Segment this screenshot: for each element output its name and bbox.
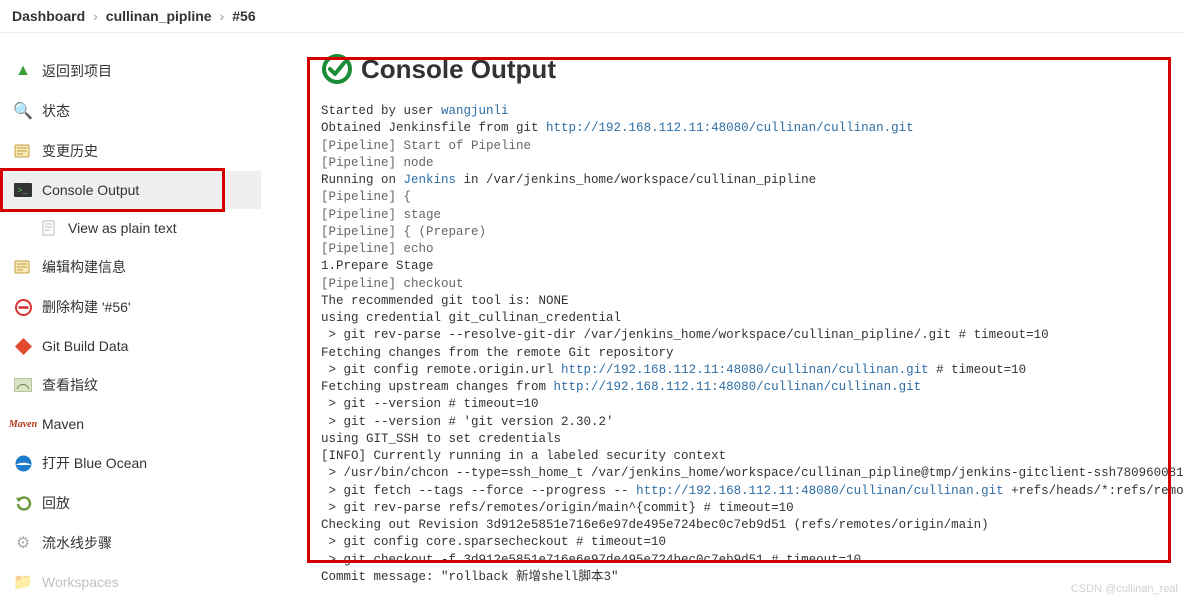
sidebar-item-label: Console Output [42,182,139,198]
sidebar: ▲ 返回到项目 🔍 状态 变更历史 >_ Console Output View… [0,33,261,601]
sidebar-item-label: Git Build Data [42,338,128,354]
sidebar-item-label: 变更历史 [42,141,98,161]
chevron-right-icon: › [93,8,98,24]
notepad-icon [14,258,32,276]
sidebar-item-pipesteps[interactable]: ⚙ 流水线步骤 [0,523,261,563]
sidebar-item-delete[interactable]: 删除构建 '#56' [0,287,261,327]
maven-icon: Maven [14,415,32,433]
sidebar-item-label: Maven [42,416,84,432]
main-content: Console Output Started by user wangjunli… [261,33,1184,601]
sidebar-item-changes[interactable]: 变更历史 [0,131,261,171]
page-title-text: Console Output [361,54,556,85]
sidebar-item-label: 状态 [42,101,70,121]
console-output: Started by user wangjunli Obtained Jenki… [261,103,1184,586]
arrow-up-icon: ▲ [14,62,32,80]
redo-icon [14,494,32,512]
sidebar-item-label: Workspaces [42,574,119,590]
sidebar-item-plaintext[interactable]: View as plain text [0,209,261,247]
gear-icon: ⚙ [14,534,32,552]
success-icon [321,53,353,85]
sidebar-item-fingerprint[interactable]: 查看指纹 [0,365,261,405]
fingerprint-icon [14,376,32,394]
document-icon [40,219,58,237]
blueocean-icon [14,454,32,472]
sidebar-item-label: 删除构建 '#56' [42,297,131,317]
sidebar-item-maven[interactable]: Maven Maven [0,405,261,443]
search-icon: 🔍 [14,102,32,120]
sidebar-item-console[interactable]: >_ Console Output [0,171,261,209]
sidebar-item-workspaces[interactable]: 📁 Workspaces [0,563,261,601]
terminal-icon: >_ [14,181,32,199]
no-entry-icon [14,298,32,316]
git-icon [14,337,32,355]
breadcrumb: Dashboard › cullinan_pipline › #56 [0,0,1184,33]
sidebar-item-status[interactable]: 🔍 状态 [0,91,261,131]
sidebar-item-gitdata[interactable]: Git Build Data [0,327,261,365]
notepad-icon [14,142,32,160]
sidebar-item-label: 打开 Blue Ocean [42,453,147,473]
breadcrumb-item[interactable]: cullinan_pipline [106,8,212,24]
watermark: CSDN @cullinan_real [1071,583,1178,595]
page-title: Console Output [261,53,1184,85]
sidebar-item-label: 流水线步骤 [42,533,112,553]
sidebar-item-replay[interactable]: 回放 [0,483,261,523]
sidebar-item-back[interactable]: ▲ 返回到项目 [0,51,261,91]
sidebar-item-edit[interactable]: 编辑构建信息 [0,247,261,287]
sidebar-item-label: 编辑构建信息 [42,257,126,277]
chevron-right-icon: › [220,8,225,24]
breadcrumb-item[interactable]: Dashboard [12,8,85,24]
sidebar-item-label: 返回到项目 [42,61,112,81]
breadcrumb-item[interactable]: #56 [232,8,255,24]
sidebar-item-label: 查看指纹 [42,375,98,395]
sidebar-item-blueocean[interactable]: 打开 Blue Ocean [0,443,261,483]
folder-icon: 📁 [14,573,32,591]
sidebar-item-label: View as plain text [68,220,177,236]
sidebar-item-label: 回放 [42,493,70,513]
svg-text:>_: >_ [17,186,28,196]
